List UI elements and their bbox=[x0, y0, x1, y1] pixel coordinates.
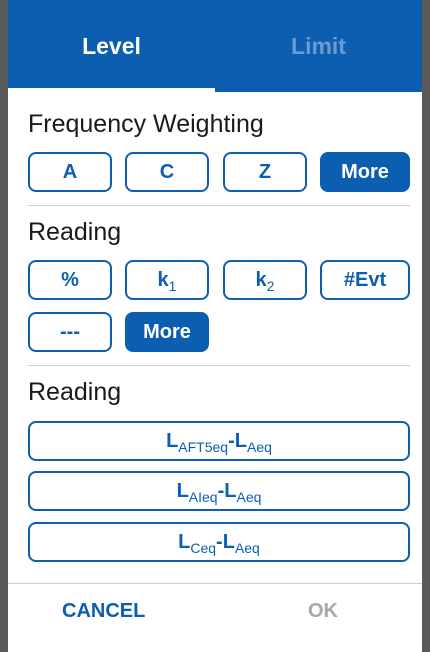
reading-k2-main: k bbox=[255, 268, 267, 291]
tab-level[interactable]: Level bbox=[8, 0, 215, 92]
reading-laft5eq-laeq-button[interactable]: L AFT5eq - L Aeq bbox=[28, 421, 410, 461]
section-divider bbox=[28, 205, 410, 206]
reading-subscript: Aeq bbox=[234, 540, 260, 556]
reading-subscript: Aeq bbox=[247, 439, 272, 455]
window-frame-right bbox=[422, 0, 430, 652]
reading-subscript: Ceq bbox=[190, 540, 217, 556]
active-tab-indicator bbox=[8, 88, 215, 92]
weighting-z-button[interactable]: Z bbox=[223, 152, 307, 192]
reading-k1-main: k bbox=[157, 268, 169, 291]
reading-dash: - bbox=[228, 429, 235, 452]
reading-symbol: L bbox=[222, 530, 235, 553]
reading-subscript: AIeq bbox=[188, 489, 218, 505]
weighting-a-button[interactable]: A bbox=[28, 152, 112, 192]
reading-none-button[interactable]: --- bbox=[28, 312, 112, 352]
reading-k2-sub: 2 bbox=[266, 278, 275, 294]
reading-symbol: L bbox=[178, 530, 191, 553]
weighting-more-button[interactable]: More bbox=[320, 152, 410, 192]
reading-symbol: L bbox=[176, 479, 189, 502]
reading-k1-sub: 1 bbox=[168, 278, 177, 294]
weighting-c-button[interactable]: C bbox=[125, 152, 209, 192]
cancel-button[interactable]: CANCEL bbox=[62, 600, 145, 623]
reading-laieq-laeq-button[interactable]: L AIeq - L Aeq bbox=[28, 471, 410, 511]
reading-symbol: L bbox=[224, 479, 237, 502]
window-frame-left bbox=[0, 0, 8, 652]
frequency-weighting-title: Frequency Weighting bbox=[28, 110, 264, 138]
reading-evt-button[interactable]: #Evt bbox=[320, 260, 410, 300]
reading-k2-button[interactable]: k2 bbox=[223, 260, 307, 300]
ok-button[interactable]: OK bbox=[308, 600, 338, 623]
reading-subscript: AFT5eq bbox=[178, 439, 229, 455]
tab-bar: Level Limit bbox=[8, 0, 422, 92]
section-divider bbox=[28, 365, 410, 366]
footer-divider bbox=[8, 583, 422, 584]
reading-more-button[interactable]: More bbox=[125, 312, 209, 352]
reading-symbol: L bbox=[166, 429, 179, 452]
reading-dash: - bbox=[216, 530, 223, 553]
settings-dialog: Level Limit Frequency Weighting A C Z Mo… bbox=[8, 0, 422, 652]
reading-lceq-laeq-button[interactable]: L Ceq - L Aeq bbox=[28, 522, 410, 562]
reading-title: Reading bbox=[28, 218, 122, 246]
reading-title-2: Reading bbox=[28, 378, 122, 406]
reading-dash: - bbox=[217, 479, 225, 502]
reading-percent-button[interactable]: % bbox=[28, 260, 112, 300]
tab-limit[interactable]: Limit bbox=[215, 0, 422, 92]
reading-k1-button[interactable]: k1 bbox=[125, 260, 209, 300]
reading-subscript: Aeq bbox=[236, 489, 262, 505]
reading-symbol: L bbox=[234, 429, 247, 452]
